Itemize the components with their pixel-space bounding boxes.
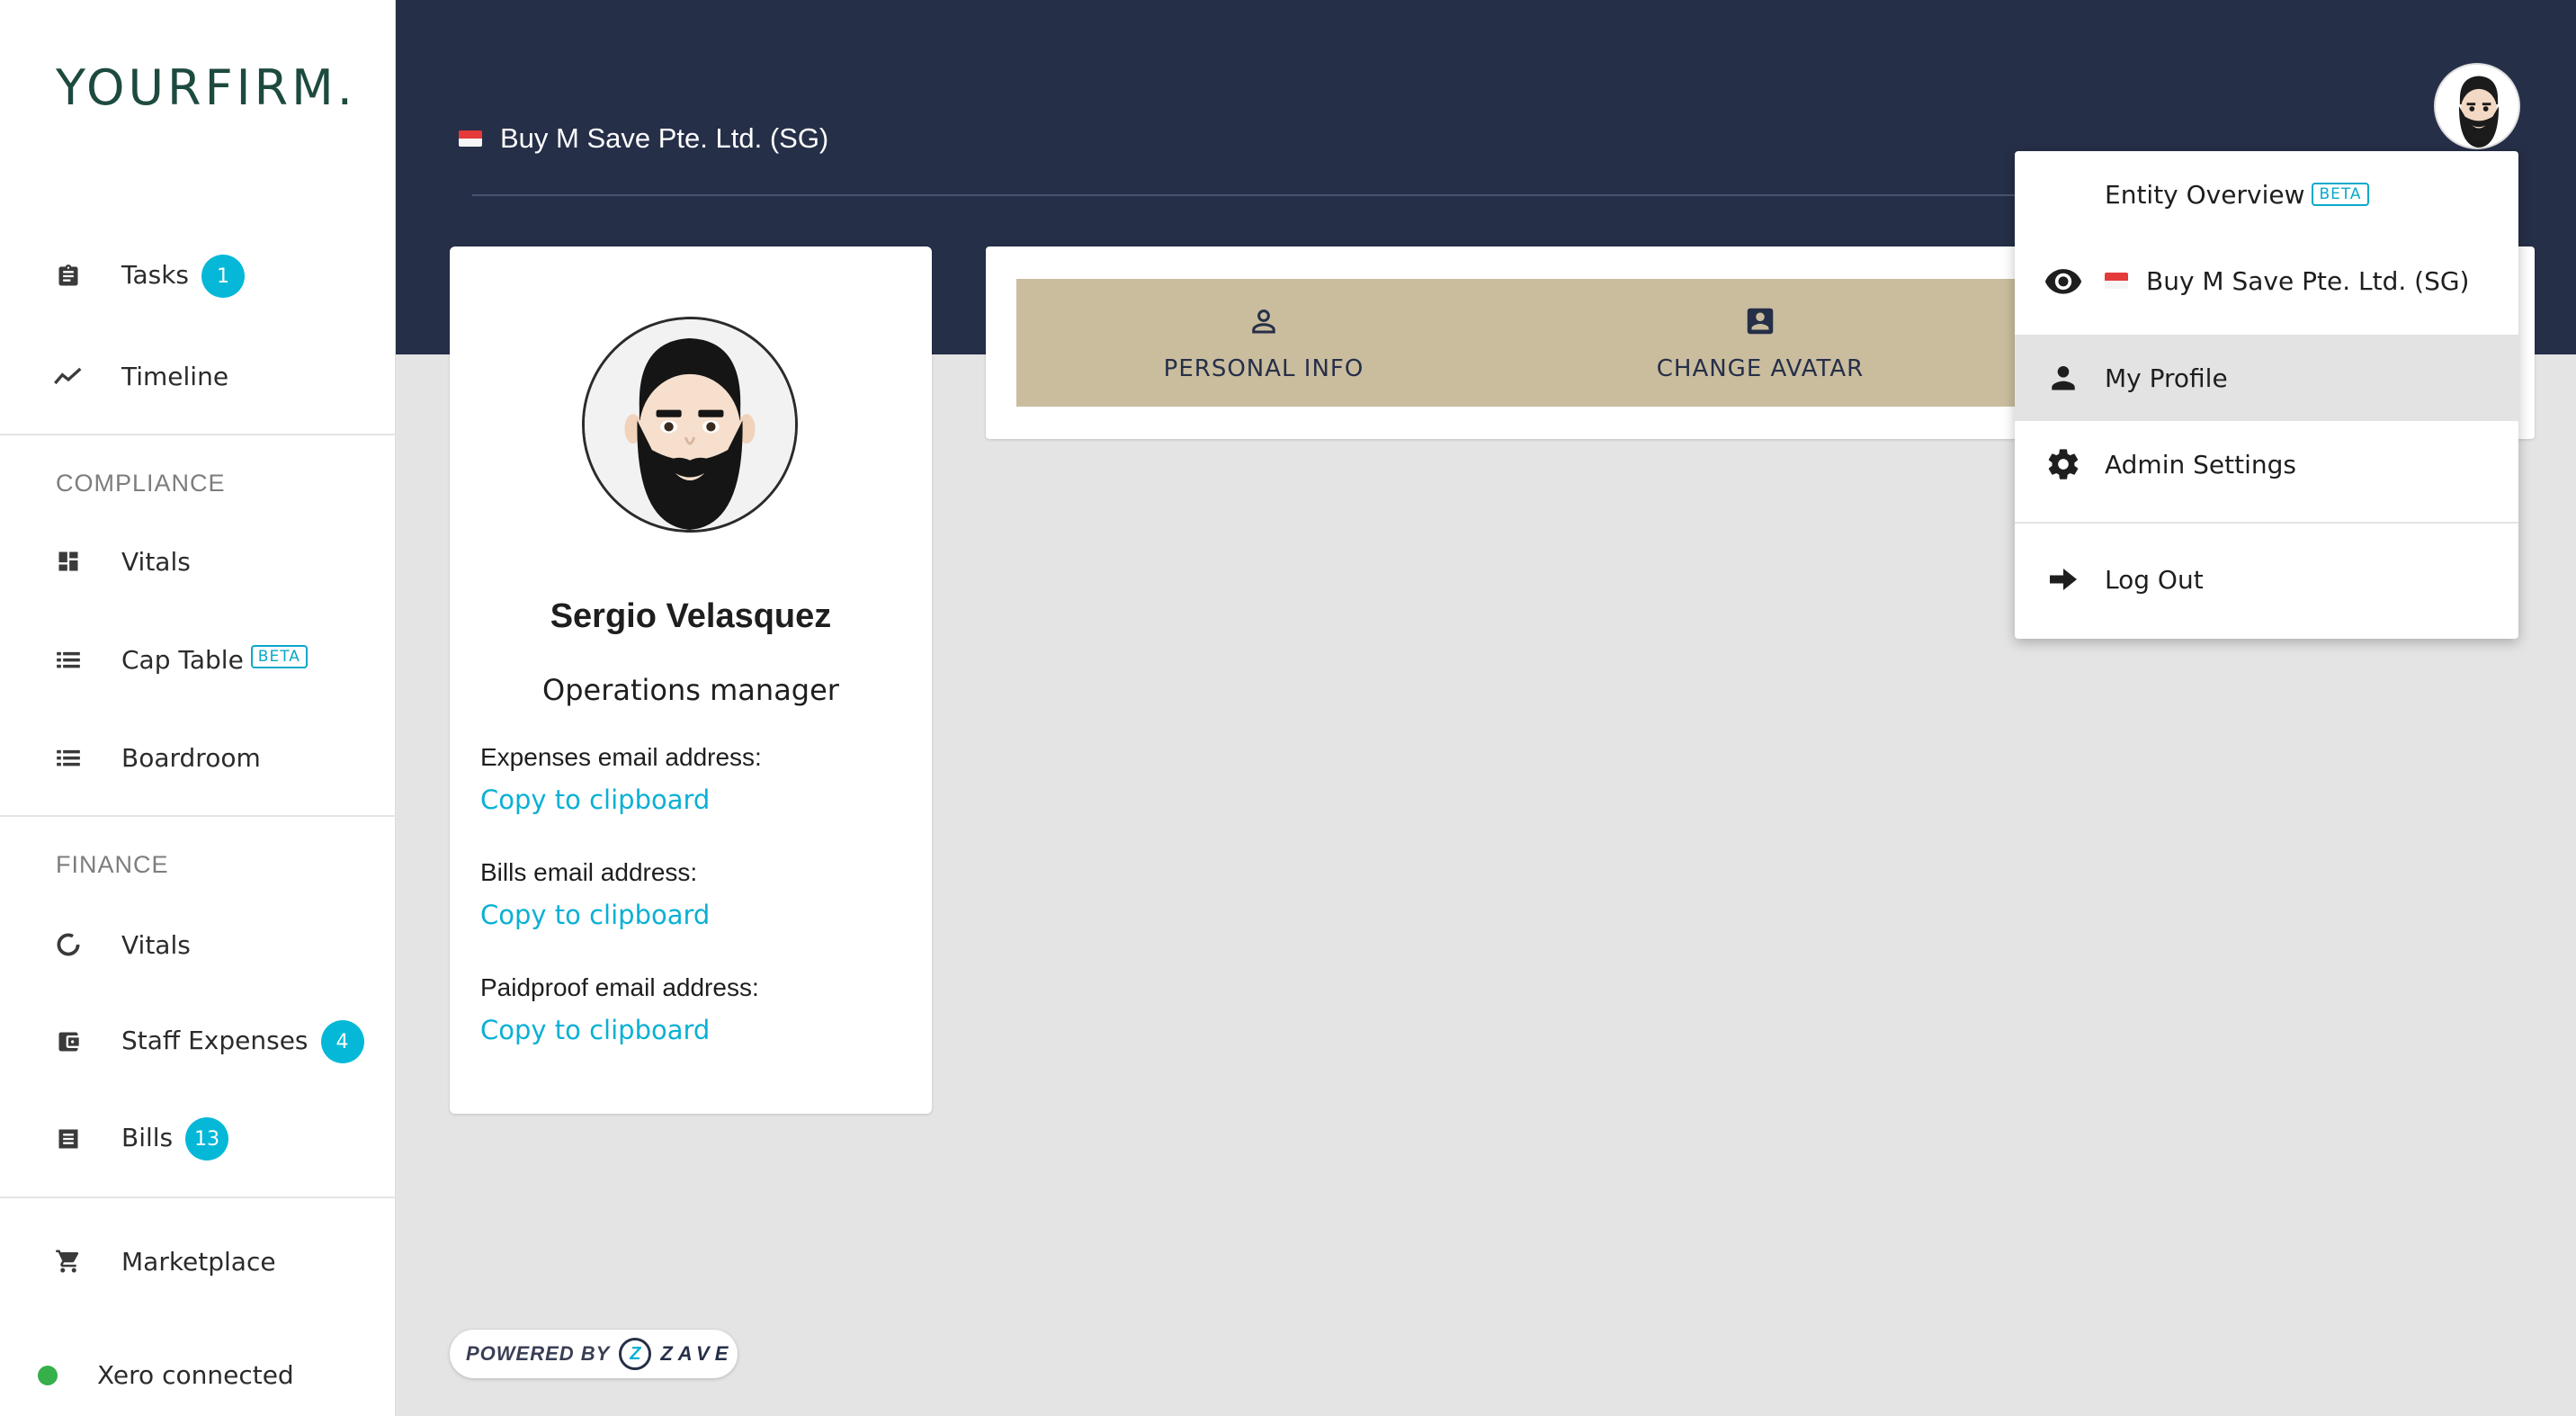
entity-selector[interactable]: Buy M Save Pte. Ltd. (SG) <box>459 122 828 155</box>
tab-personal-info[interactable]: PERSONAL INFO <box>1016 279 1511 407</box>
xero-status-dot <box>38 1365 58 1385</box>
sidebar-item-timeline[interactable]: Timeline <box>0 345 396 408</box>
sidebar-divider <box>0 434 396 435</box>
menu-item-label: Admin Settings <box>2105 449 2296 479</box>
sidebar-item-label: Tasks <box>121 260 190 290</box>
staff-expenses-count-badge: 4 <box>320 1020 364 1063</box>
profile-role: Operations manager <box>542 673 839 707</box>
firm-logo[interactable]: YOURFIRM. <box>56 59 356 116</box>
list-icon <box>54 743 83 772</box>
donut-icon <box>54 930 83 959</box>
cart-icon <box>54 1247 83 1276</box>
expenses-email-label: Expenses email address: <box>480 743 762 771</box>
person-icon <box>2044 358 2083 398</box>
copy-paidproof-email-link[interactable]: Copy to clipboard <box>480 1015 710 1045</box>
xero-status: Xero connected <box>38 1360 294 1390</box>
sidebar-item-label: Boardroom <box>121 742 261 773</box>
menu-item-log-out[interactable]: Log Out <box>2015 536 2518 623</box>
menu-item-my-profile[interactable]: My Profile <box>2015 335 2518 421</box>
bills-count-badge: 13 <box>185 1117 229 1161</box>
powered-by-text: POWERED BY <box>466 1342 611 1365</box>
zave-logo-icon: Z <box>619 1338 652 1370</box>
sidebar-item-finance-vitals[interactable]: Vitals <box>0 913 396 976</box>
clipboard-icon <box>54 262 83 291</box>
compliance-section-title: COMPLIANCE <box>56 470 226 497</box>
user-avatar-button[interactable] <box>2434 63 2520 149</box>
sidebar-item-label: Vitals <box>121 929 191 960</box>
trending-icon <box>54 362 83 390</box>
user-dropdown-menu: Entity Overview BETA Buy M Save Pte. Ltd.… <box>2015 151 2518 639</box>
powered-by-badge[interactable]: POWERED BY Z ZAVE <box>450 1330 738 1378</box>
sidebar-divider <box>0 815 396 817</box>
sidebar-item-marketplace[interactable]: Marketplace <box>0 1230 396 1293</box>
sidebar-divider <box>0 1196 396 1198</box>
logo-your: YOUR <box>56 59 205 116</box>
sidebar-item-compliance-vitals[interactable]: Vitals <box>0 530 396 593</box>
bills-email-label: Bills email address: <box>480 858 698 886</box>
account-box-icon <box>1743 304 1777 343</box>
singapore-flag-icon <box>2105 273 2128 289</box>
sidebar-item-label: Marketplace <box>121 1246 276 1277</box>
menu-item-label: Entity Overview <box>2105 179 2305 210</box>
zave-brand-text: ZAVE <box>660 1342 734 1365</box>
person-outline-icon <box>1248 304 1280 343</box>
logo-firm: FIRM. <box>204 59 356 116</box>
menu-item-label: Buy M Save Pte. Ltd. (SG) <box>2146 265 2470 296</box>
list-icon <box>54 645 83 674</box>
sidebar-item-cap-table[interactable]: Cap Table BETA <box>0 628 396 691</box>
sidebar: YOURFIRM. Tasks 1 Timeline COMPLIANCE Vit… <box>0 0 396 1416</box>
finance-section-title: FINANCE <box>56 851 169 878</box>
sidebar-item-bills[interactable]: Bills 13 <box>0 1107 396 1170</box>
bearded-man-avatar-icon <box>585 319 795 530</box>
profile-name: Sergio Velasquez <box>550 597 832 635</box>
singapore-flag-icon <box>459 130 482 147</box>
sidebar-item-label: Staff Expenses <box>121 1026 309 1055</box>
sidebar-item-label: Bills <box>121 1123 174 1152</box>
copy-expenses-email-link[interactable]: Copy to clipboard <box>480 784 710 815</box>
dashboard-icon <box>54 547 83 576</box>
tab-label: PERSONAL INFO <box>1163 354 1364 382</box>
sidebar-item-label: Timeline <box>121 361 229 391</box>
menu-item-entity-overview[interactable]: Entity Overview BETA <box>2015 151 2518 237</box>
eye-icon <box>2044 261 2083 300</box>
sidebar-item-label: Cap Table <box>121 644 244 675</box>
menu-item-current-entity[interactable]: Buy M Save Pte. Ltd. (SG) <box>2015 237 2518 324</box>
sidebar-item-label: Vitals <box>121 546 191 577</box>
sidebar-item-tasks[interactable]: Tasks 1 <box>0 245 396 308</box>
tabs-bar: PERSONAL INFO CHANGE AVATAR <box>1016 279 2096 407</box>
tab-change-avatar[interactable]: CHANGE AVATAR <box>1513 279 2008 407</box>
menu-item-admin-settings[interactable]: Admin Settings <box>2015 421 2518 507</box>
beta-badge: BETA <box>250 644 308 668</box>
entity-name: Buy M Save Pte. Ltd. (SG) <box>500 122 829 154</box>
profile-card: Sergio Velasquez Operations manager Expe… <box>450 246 932 1114</box>
xero-status-label: Xero connected <box>97 1360 294 1390</box>
header-divider <box>472 194 2037 196</box>
paidproof-email-label: Paidproof email address: <box>480 973 759 1001</box>
wallet-icon <box>54 1027 83 1056</box>
menu-divider <box>2015 522 2518 524</box>
arrow-right-icon <box>2044 560 2083 599</box>
menu-item-label: Log Out <box>2105 564 2204 595</box>
beta-badge: BETA <box>2312 183 2369 206</box>
bearded-man-avatar-icon <box>2436 65 2518 148</box>
copy-bills-email-link[interactable]: Copy to clipboard <box>480 900 710 930</box>
menu-item-label: My Profile <box>2105 363 2228 393</box>
profile-avatar <box>582 317 798 533</box>
sidebar-item-boardroom[interactable]: Boardroom <box>0 726 396 789</box>
gear-icon <box>2044 444 2083 484</box>
receipt-icon <box>54 1125 83 1153</box>
sidebar-item-staff-expenses[interactable]: Staff Expenses 4 <box>0 1010 396 1073</box>
tab-label: CHANGE AVATAR <box>1656 354 1865 382</box>
tasks-count-badge: 1 <box>201 255 246 298</box>
